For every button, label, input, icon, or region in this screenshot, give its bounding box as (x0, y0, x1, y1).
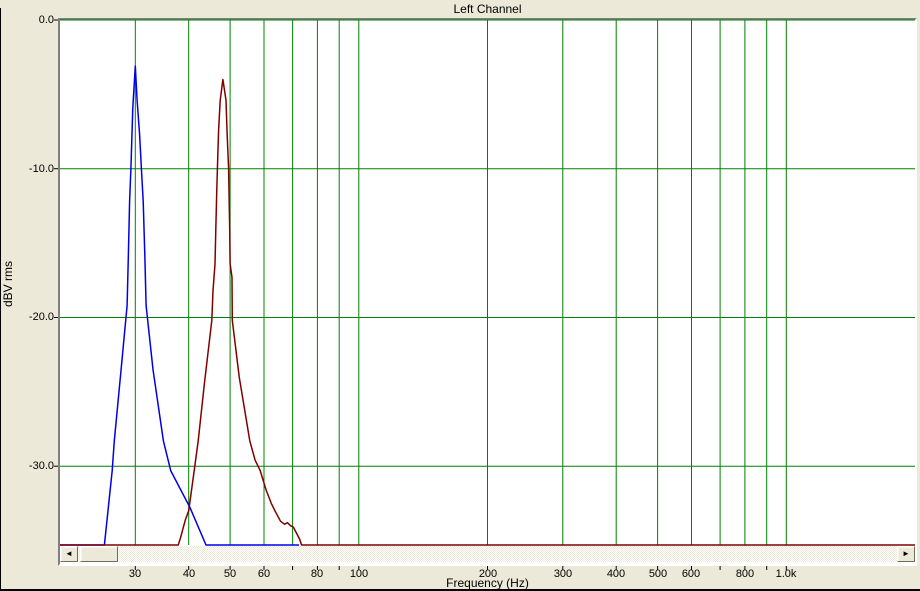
chart-title: Left Channel (453, 2, 522, 16)
x-axis-title: Frequency (Hz) (446, 576, 529, 590)
horizontal-scrollbar[interactable]: ◄ ► (60, 546, 915, 562)
scroll-right-icon: ► (902, 549, 910, 558)
analyzer-window: Left Channel dBV rms 0.0 -10.0 -20.0 -30.0 … (0, 0, 920, 591)
scroll-left-icon: ◄ (65, 549, 73, 558)
y-tick-label: -10.0 (28, 163, 54, 175)
scroll-right-button[interactable]: ► (897, 546, 915, 562)
y-tick-label: -20.0 (28, 311, 54, 323)
plot-frame (58, 18, 917, 566)
y-tick-label: -30.0 (28, 460, 54, 472)
scroll-left-button[interactable]: ◄ (60, 546, 78, 562)
y-axis-title: dBV rms (1, 261, 15, 308)
scrollbar-thumb[interactable] (80, 546, 118, 562)
y-tick-label: 0.0 (38, 14, 54, 26)
